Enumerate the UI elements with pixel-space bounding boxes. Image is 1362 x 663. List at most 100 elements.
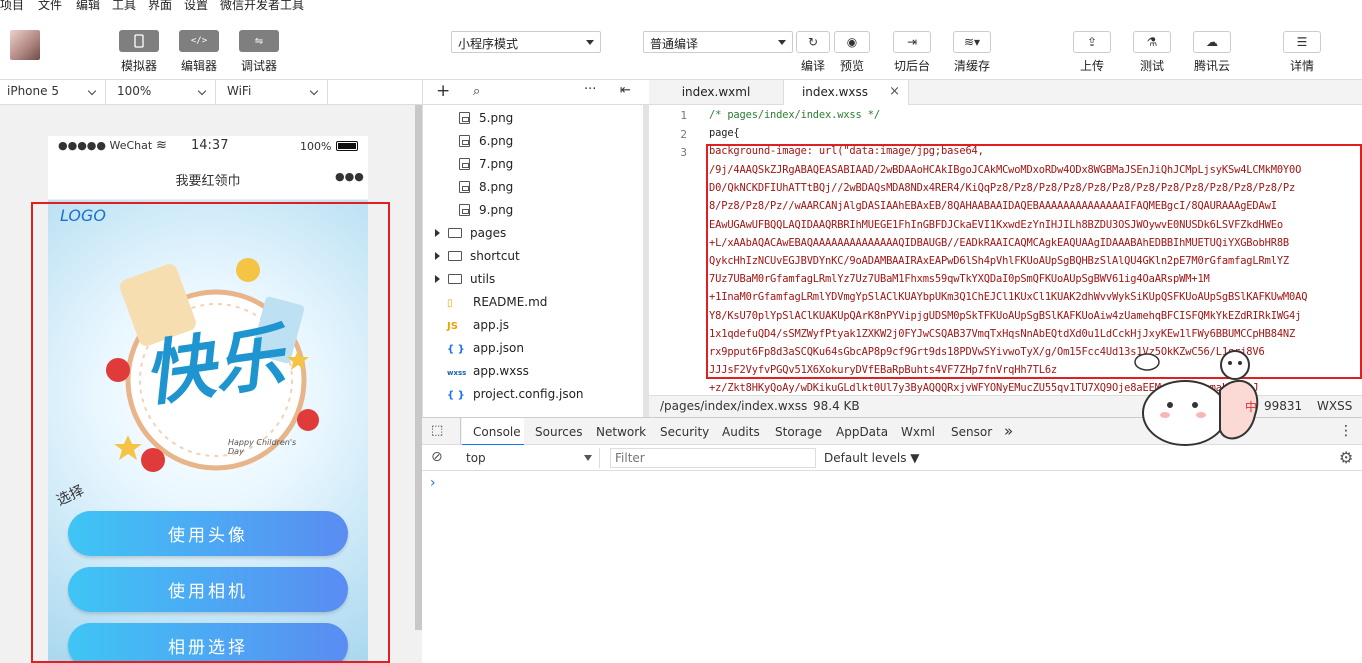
- js-file-icon: JS: [447, 321, 458, 332]
- tree-item-label: pages: [470, 226, 507, 240]
- chevron-right-icon[interactable]: [435, 275, 440, 283]
- tree-item[interactable]: { } project.config.json: [447, 384, 584, 404]
- editor-toggle[interactable]: </>: [179, 30, 219, 52]
- tree-item-label: app.js: [473, 318, 509, 332]
- compile-select[interactable]: 普通编译: [643, 31, 793, 53]
- more-icon[interactable]: ●●●: [335, 170, 364, 183]
- tree-item[interactable]: 9.png: [459, 200, 513, 220]
- menu-wechat-devtools[interactable]: 微信开发者工具: [220, 0, 304, 13]
- zoom-select[interactable]: 100%: [106, 80, 216, 104]
- tree-item[interactable]: 8.png: [459, 177, 513, 197]
- simulator-scrollbar[interactable]: [415, 105, 422, 630]
- eye-icon: ◉: [846, 35, 858, 49]
- mode-select-value: 小程序模式: [458, 37, 519, 51]
- tree-item[interactable]: { } app.json: [447, 338, 524, 358]
- image-file-icon: [459, 158, 470, 170]
- chevron-down-icon: [197, 86, 207, 96]
- compile-select-value: 普通编译: [650, 37, 699, 51]
- tree-item[interactable]: 5.png: [459, 108, 513, 128]
- menu-view[interactable]: 界面: [148, 0, 172, 13]
- device-bar: iPhone 5 100% WiFi: [0, 80, 422, 105]
- tree-item[interactable]: shortcut: [435, 246, 520, 266]
- tree-item-label: 7.png: [479, 157, 514, 171]
- network-select[interactable]: WiFi: [216, 80, 328, 104]
- search-icon[interactable]: ⌕: [473, 84, 480, 99]
- details-button[interactable]: ☰: [1283, 31, 1321, 53]
- inspect-icon[interactable]: ⬚: [431, 423, 443, 438]
- nav-title: 我要红领巾: [175, 174, 241, 189]
- tree-item[interactable]: utils: [435, 269, 495, 289]
- chevron-right-icon[interactable]: [435, 229, 440, 237]
- highlight-box: [31, 202, 390, 663]
- tree-item[interactable]: wxss app.wxss: [447, 361, 529, 381]
- tab-network[interactable]: Network: [596, 425, 646, 439]
- close-icon[interactable]: ×: [889, 84, 900, 99]
- tab-audits[interactable]: Audits: [722, 425, 760, 439]
- preview-button[interactable]: ◉: [834, 31, 870, 53]
- tab-console[interactable]: Console: [473, 425, 521, 439]
- chevron-right-icon[interactable]: [435, 252, 440, 260]
- language-mode[interactable]: WXSS: [1317, 399, 1352, 413]
- tencent-cloud-button[interactable]: ☁: [1193, 31, 1231, 53]
- menu-settings[interactable]: 设置: [184, 0, 208, 13]
- avatar[interactable]: [10, 30, 40, 60]
- clear-cache-button[interactable]: ≋▾: [953, 31, 991, 53]
- log-levels-select[interactable]: Default levels ▼: [824, 451, 920, 465]
- tab-security[interactable]: Security: [660, 425, 709, 439]
- network-select-value: WiFi: [227, 84, 252, 98]
- console-output[interactable]: ›: [422, 471, 1362, 663]
- folder-icon: [448, 274, 462, 284]
- compile-button[interactable]: ↻: [796, 31, 830, 53]
- caret-down-icon: [778, 40, 786, 45]
- details-label: 详情: [1289, 59, 1314, 73]
- gear-icon[interactable]: ⚙: [1339, 448, 1353, 467]
- tab-sensor[interactable]: Sensor: [951, 425, 992, 439]
- file-size: 98.4 KB: [813, 399, 860, 413]
- tab-index-wxss[interactable]: index.wxss ×: [784, 80, 909, 105]
- menu-bar: 项目 文件 编辑 工具 界面 设置 微信开发者工具: [0, 0, 1362, 14]
- tree-item[interactable]: 6.png: [459, 131, 513, 151]
- tree-item[interactable]: ▯ README.md: [447, 292, 547, 312]
- file-path: /pages/index/index.wxss: [660, 399, 808, 413]
- context-select[interactable]: top: [460, 448, 600, 468]
- clear-console-icon[interactable]: ⊘: [431, 449, 443, 465]
- code-icon: </>: [190, 36, 208, 46]
- tree-item[interactable]: 7.png: [459, 154, 513, 174]
- image-file-icon: [459, 112, 470, 124]
- upload-label: 上传: [1079, 59, 1104, 73]
- console-filter-input[interactable]: [610, 448, 816, 468]
- menu-edit[interactable]: 编辑: [76, 0, 100, 13]
- tree-item[interactable]: pages: [435, 223, 506, 243]
- editor-label: 编辑器: [180, 59, 217, 73]
- test-button[interactable]: ⚗: [1133, 31, 1171, 53]
- debugger-label: 调试器: [240, 59, 277, 73]
- add-icon[interactable]: +: [436, 81, 450, 101]
- battery-level: 100%: [300, 140, 332, 153]
- device-select[interactable]: iPhone 5: [0, 80, 106, 104]
- mode-select[interactable]: 小程序模式: [451, 31, 601, 53]
- upload-button[interactable]: ⇪: [1073, 31, 1111, 53]
- device-select-value: iPhone 5: [7, 84, 59, 98]
- menu-icon: ☰: [1296, 35, 1308, 49]
- menu-project[interactable]: 项目: [0, 0, 24, 13]
- tree-item-label: 5.png: [479, 111, 514, 125]
- background-button[interactable]: ⇥: [893, 31, 931, 53]
- kebab-menu-icon[interactable]: ⋮: [1339, 423, 1353, 439]
- caret-down-icon: [584, 455, 592, 461]
- more-icon[interactable]: ···: [584, 82, 596, 97]
- simulator-toggle[interactable]: [119, 30, 159, 52]
- menu-tools[interactable]: 工具: [112, 0, 136, 13]
- tree-item[interactable]: JS app.js: [447, 315, 509, 335]
- layers-icon: ≋▾: [963, 35, 981, 49]
- tab-index-wxml[interactable]: index.wxml: [649, 80, 784, 105]
- collapse-icon[interactable]: ⇤: [620, 83, 631, 98]
- debugger-toggle[interactable]: ⇋: [239, 30, 279, 52]
- divider: [460, 418, 461, 446]
- menu-file[interactable]: 文件: [38, 0, 62, 13]
- tab-appdata[interactable]: AppData: [836, 425, 888, 439]
- tab-sources[interactable]: Sources: [535, 425, 582, 439]
- tab-storage[interactable]: Storage: [775, 425, 822, 439]
- sticker-label: 中: [1245, 400, 1258, 414]
- more-tabs-icon[interactable]: »: [1004, 422, 1013, 440]
- tab-wxml[interactable]: Wxml: [901, 425, 935, 439]
